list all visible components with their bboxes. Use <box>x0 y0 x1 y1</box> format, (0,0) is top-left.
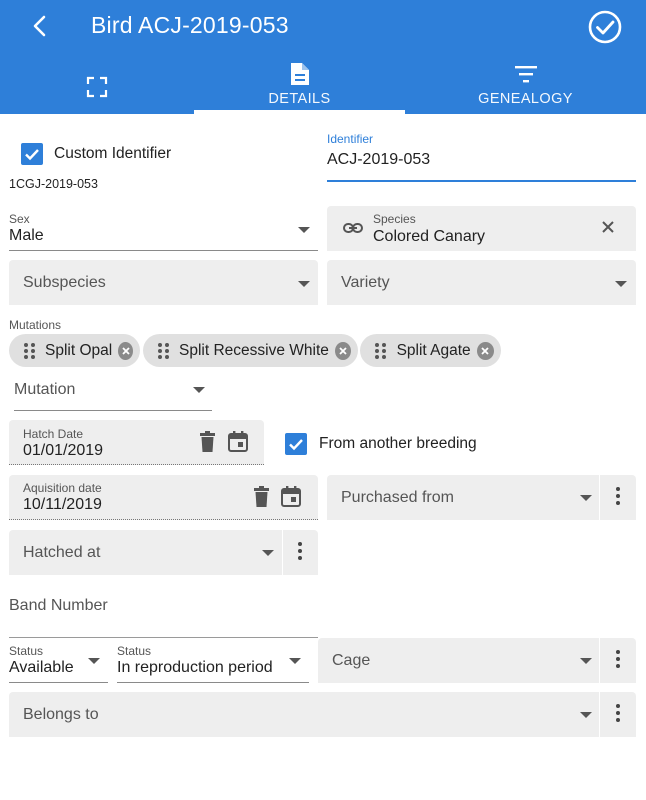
link-icon <box>343 223 363 233</box>
acquisition-date-underline <box>9 519 318 520</box>
chip-label: Split Opal <box>45 341 113 359</box>
species-label: Species <box>373 212 416 226</box>
clear-species-icon[interactable] <box>601 220 615 234</box>
back-button[interactable] <box>22 8 58 44</box>
status-label: Status <box>9 644 44 658</box>
sex-label: Sex <box>9 212 30 226</box>
subspecies-dropdown-arrow-icon <box>298 281 310 287</box>
active-tab-indicator <box>194 110 405 114</box>
more-options-icon[interactable] <box>298 542 302 563</box>
check-icon <box>289 439 303 451</box>
chip-label: Split Agate <box>396 341 471 359</box>
chip-label: Split Recessive White <box>179 341 329 359</box>
mutation-underline <box>14 410 212 411</box>
tab-genealogy-label: GENEALOGY <box>478 91 573 107</box>
check-icon <box>25 149 39 161</box>
variety-placeholder: Variety <box>341 274 390 291</box>
acquisition-date-value: 10/11/2019 <box>23 496 102 513</box>
page-title: Bird ACJ-2019-053 <box>91 12 289 38</box>
delete-icon[interactable] <box>199 431 216 453</box>
status2-select[interactable]: In reproduction period <box>117 659 273 677</box>
status2-underline <box>117 682 309 683</box>
arrow-back-icon <box>33 15 46 37</box>
document-icon <box>290 63 309 85</box>
generated-identifier: 1CGJ-2019-053 <box>9 177 98 191</box>
remove-chip-icon[interactable] <box>118 341 133 360</box>
status2-dropdown-arrow-icon[interactable] <box>289 658 301 664</box>
variety-dropdown-arrow-icon <box>615 281 627 287</box>
cage-placeholder: Cage <box>332 652 371 669</box>
mutation-chip[interactable]: Split Agate <box>360 334 501 367</box>
check-circle-icon <box>588 10 622 44</box>
purchased-from-placeholder: Purchased from <box>341 489 454 506</box>
mutations-label: Mutations <box>9 318 62 332</box>
sex-underline <box>9 250 318 251</box>
more-options-icon[interactable] <box>616 487 620 508</box>
calendar-icon[interactable] <box>280 485 302 507</box>
drag-handle-icon[interactable] <box>24 342 35 359</box>
app-bar: Bird ACJ-2019-053 DETAILS GENEALOGY <box>0 0 646 114</box>
delete-icon[interactable] <box>253 486 270 508</box>
acquisition-date-label: Aquisition date <box>23 481 102 495</box>
tab-details-label: DETAILS <box>268 91 331 107</box>
status-select[interactable]: Available <box>9 659 74 677</box>
belongs-to-dropdown-arrow-icon <box>580 712 592 718</box>
band-number-input[interactable]: Band Number <box>9 597 108 615</box>
calendar-icon[interactable] <box>227 430 249 452</box>
remove-chip-icon[interactable] <box>334 341 351 360</box>
belongs-to-placeholder: Belongs to <box>23 706 99 723</box>
purchased-from-dropdown-arrow-icon <box>580 495 592 501</box>
subspecies-placeholder: Subspecies <box>23 274 106 291</box>
remove-chip-icon[interactable] <box>476 341 494 360</box>
from-another-breeding-label: From another breeding <box>319 435 477 452</box>
status-underline <box>9 682 108 683</box>
mutation-chip[interactable]: Split Recessive White <box>143 334 358 367</box>
belongs-to-select[interactable] <box>9 692 636 737</box>
fullscreen-icon <box>86 76 108 98</box>
hatched-at-placeholder: Hatched at <box>23 544 101 561</box>
status2-label: Status <box>117 644 152 658</box>
purchased-from-separator <box>599 475 600 520</box>
band-number-underline <box>9 637 318 638</box>
mutation-dropdown-arrow-icon[interactable] <box>193 387 205 393</box>
hatch-date-label: Hatch Date <box>23 427 84 441</box>
more-options-icon[interactable] <box>616 650 620 671</box>
tab-details[interactable]: DETAILS <box>194 56 405 114</box>
hatched-at-separator <box>282 530 283 575</box>
sex-select[interactable]: Male <box>9 227 44 245</box>
cage-separator <box>599 638 600 683</box>
hatched-at-dropdown-arrow-icon <box>262 550 274 556</box>
custom-identifier-label: Custom Identifier <box>54 145 172 162</box>
save-button[interactable] <box>586 8 624 46</box>
tab-fullscreen[interactable] <box>0 56 194 114</box>
mutation-chip[interactable]: Split Opal <box>9 334 140 367</box>
from-another-breeding-checkbox[interactable] <box>285 433 307 455</box>
more-options-icon[interactable] <box>616 704 620 725</box>
custom-identifier-checkbox[interactable] <box>21 143 43 165</box>
drag-handle-icon[interactable] <box>158 342 169 359</box>
identifier-label: Identifier <box>327 132 374 146</box>
hatch-date-underline <box>9 464 264 465</box>
tab-genealogy[interactable]: GENEALOGY <box>405 56 646 114</box>
filter-icon <box>514 66 537 83</box>
species-value: Colored Canary <box>373 228 486 245</box>
status-dropdown-arrow-icon[interactable] <box>88 658 100 664</box>
identifier-input[interactable]: ACJ-2019-053 <box>327 151 430 169</box>
mutation-select[interactable]: Mutation <box>14 381 75 399</box>
drag-handle-icon[interactable] <box>375 342 387 359</box>
identifier-focus-line <box>327 180 636 182</box>
belongs-to-separator <box>599 692 600 737</box>
hatch-date-value: 01/01/2019 <box>23 442 104 459</box>
cage-dropdown-arrow-icon <box>580 658 592 664</box>
sex-dropdown-arrow-icon[interactable] <box>298 227 310 233</box>
